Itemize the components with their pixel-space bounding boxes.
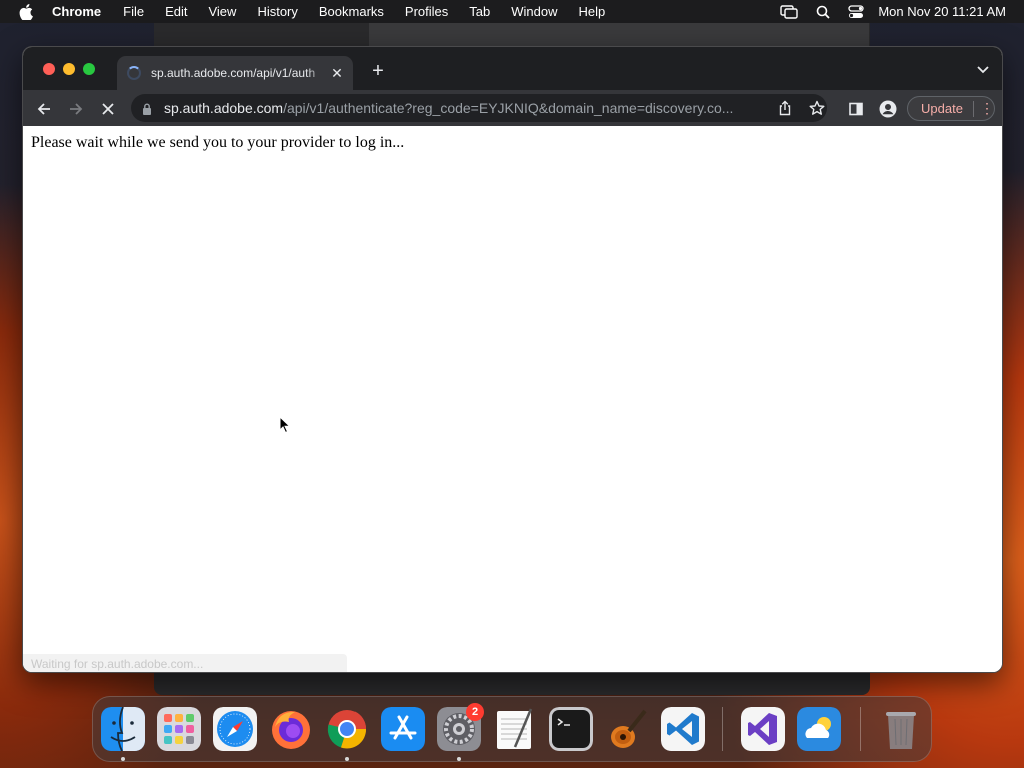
trash-icon[interactable] [879,707,923,751]
dock: 2 [92,696,932,762]
menu-tab[interactable]: Tab [469,4,490,19]
back-button[interactable] [33,98,55,120]
menu-history[interactable]: History [257,4,297,19]
url-text[interactable]: sp.auth.adobe.com/api/v1/authenticate?re… [164,100,764,116]
safari-icon[interactable] [213,707,257,751]
chrome-icon[interactable] [325,707,369,751]
menubar-clock[interactable]: Mon Nov 20 11:21 AM [878,4,1006,19]
control-center-icon[interactable] [848,4,864,19]
menu-help[interactable]: Help [579,4,606,19]
lock-icon[interactable] [142,102,152,115]
dock-separator [722,707,723,751]
url-host: sp.auth.adobe.com [164,100,284,116]
tab-active[interactable]: sp.auth.adobe.com/api/v1/auth ✕ [117,56,353,90]
bookmark-star-icon[interactable] [809,100,825,116]
menu-profiles[interactable]: Profiles [405,4,448,19]
chrome-menu-icon[interactable]: ⋮ [980,101,994,115]
chrome-running-indicator [345,757,349,761]
menu-app-name[interactable]: Chrome [52,4,101,19]
update-divider [973,101,974,117]
finder-icon[interactable] [101,707,145,751]
finder-running-indicator [121,757,125,761]
menu-window[interactable]: Window [511,4,557,19]
stop-loading-button[interactable] [97,98,119,120]
status-bubble: Waiting for sp.auth.adobe.com... [23,654,347,672]
dock-separator [860,707,861,751]
settings-running-indicator [457,757,461,761]
menu-bookmarks[interactable]: Bookmarks [319,4,384,19]
weather-icon[interactable] [797,707,841,751]
share-icon[interactable] [777,100,793,116]
redirect-message: Please wait while we send you to your pr… [31,134,405,151]
spotlight-search-icon[interactable] [816,5,830,19]
url-path: /api/v1/authenticate?reg_code=EYJKNIQ&do… [283,100,734,116]
settings-notification-badge: 2 [466,703,484,721]
tab-strip: sp.auth.adobe.com/api/v1/auth ✕ + [23,47,1002,90]
profile-avatar-icon[interactable] [877,98,899,120]
zoom-window-button[interactable] [83,63,95,75]
garageband-icon[interactable] [605,707,649,751]
firefox-icon[interactable] [269,707,313,751]
loading-spinner-icon [127,66,141,80]
background-window-titlebar [369,23,869,46]
screen-mirroring-icon[interactable] [780,4,799,19]
close-window-button[interactable] [43,63,55,75]
menu-view[interactable]: View [208,4,236,19]
apple-menu-icon[interactable] [19,3,33,20]
page-content: Please wait while we send you to your pr… [23,126,1002,672]
launchpad-icon[interactable] [157,707,201,751]
menu-file[interactable]: File [123,4,144,19]
vscode-icon[interactable] [661,707,705,751]
mouse-cursor-icon [279,415,291,434]
forward-button[interactable] [65,98,87,120]
address-bar[interactable]: sp.auth.adobe.com/api/v1/authenticate?re… [131,94,827,122]
new-tab-button[interactable]: + [369,61,387,81]
menu-bar: Chrome File Edit View History Bookmarks … [0,0,1024,23]
visual-studio-icon[interactable] [741,707,785,751]
app-store-icon[interactable] [381,707,425,751]
tab-title: sp.auth.adobe.com/api/v1/auth [151,66,316,80]
tab-close-icon[interactable]: ✕ [329,65,345,81]
terminal-icon[interactable] [549,707,593,751]
browser-toolbar: sp.auth.adobe.com/api/v1/authenticate?re… [23,90,1002,126]
update-label: Update [921,101,963,116]
side-panel-icon[interactable] [845,98,867,120]
minimize-window-button[interactable] [63,63,75,75]
update-chrome-button[interactable]: Update ⋮ [907,96,995,121]
menu-edit[interactable]: Edit [165,4,187,19]
textedit-icon[interactable] [493,707,537,751]
chrome-window: sp.auth.adobe.com/api/v1/auth ✕ + sp.aut… [22,46,1003,673]
tab-search-chevron-icon[interactable] [976,63,990,75]
